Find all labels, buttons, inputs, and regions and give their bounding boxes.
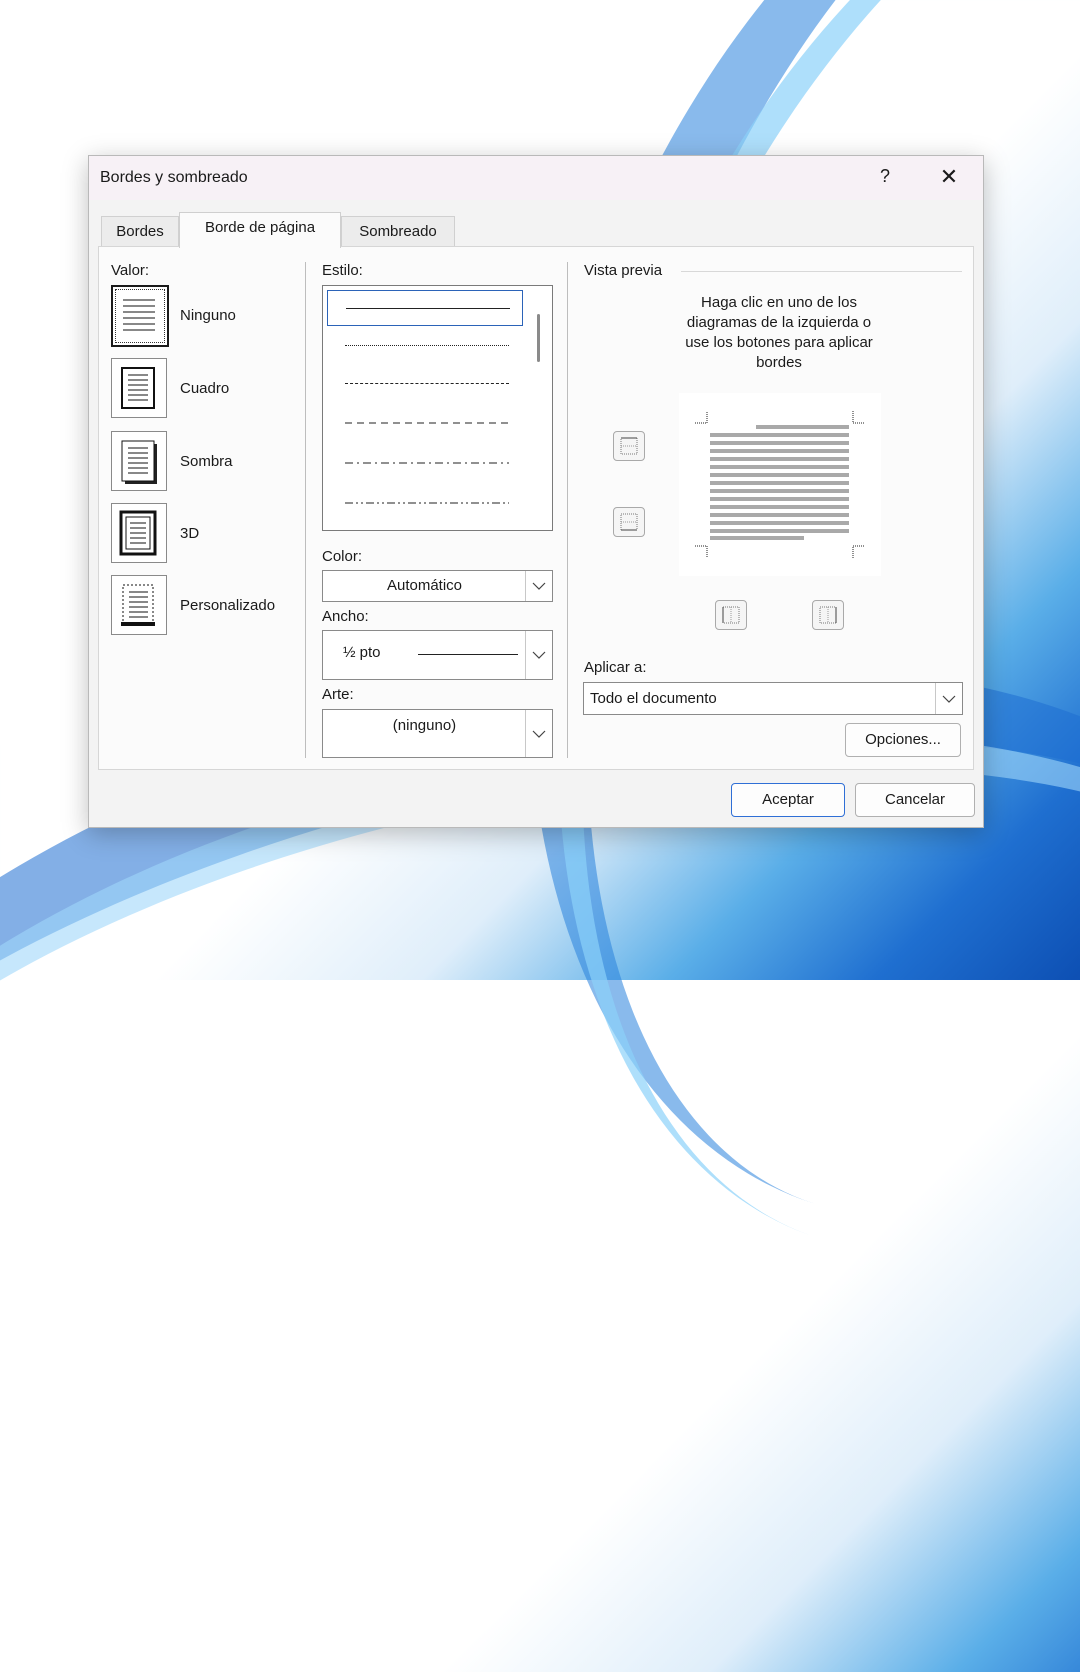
tab-bordes[interactable]: Bordes bbox=[101, 216, 179, 247]
dialog-title: Bordes y sombreado bbox=[100, 169, 248, 186]
preset-ninguno[interactable] bbox=[111, 285, 169, 347]
instruction-line: diagramas de la izquierda o bbox=[686, 314, 872, 331]
style-item-dash-dot-dot[interactable] bbox=[327, 486, 521, 520]
preview-label: Vista previa bbox=[584, 262, 663, 279]
preset-label: Sombra bbox=[180, 453, 233, 470]
width-line-sample bbox=[418, 654, 518, 655]
chevron-down-icon bbox=[532, 730, 546, 738]
dotted-line-sample bbox=[345, 345, 509, 346]
dash-dot-dot-line-sample bbox=[345, 502, 509, 504]
apply-to-select[interactable]: Todo el documento bbox=[583, 682, 963, 715]
apply-to-value: Todo el documento bbox=[590, 690, 717, 707]
left-border-button[interactable] bbox=[715, 600, 747, 630]
art-select[interactable]: (ninguno) bbox=[322, 709, 553, 758]
dashed-line-sample bbox=[345, 422, 509, 424]
chevron-down-icon bbox=[942, 695, 956, 703]
color-select[interactable]: Automático bbox=[322, 570, 553, 602]
ok-button[interactable]: Aceptar bbox=[731, 783, 845, 817]
preset-label: Ninguno bbox=[180, 307, 236, 324]
preset-sombra[interactable] bbox=[111, 431, 167, 491]
style-item-dash-dot[interactable] bbox=[327, 446, 521, 480]
apply-to-dropdown-arrow[interactable] bbox=[935, 683, 962, 714]
top-border-button[interactable] bbox=[613, 431, 645, 461]
arte-label: Arte: bbox=[322, 686, 354, 703]
tab-sombreado[interactable]: Sombreado bbox=[341, 216, 455, 247]
preset-3d[interactable] bbox=[111, 503, 167, 563]
width-value: ½ pto bbox=[343, 644, 381, 661]
page-custom-icon bbox=[121, 584, 155, 626]
style-list[interactable] bbox=[322, 285, 553, 531]
color-value: Automático bbox=[386, 577, 463, 594]
close-button[interactable]: ✕ bbox=[937, 164, 961, 190]
divider bbox=[305, 262, 306, 758]
dashed-line-sample bbox=[345, 383, 509, 384]
solid-line-sample bbox=[346, 308, 510, 309]
title-bar: Bordes y sombreado ? ✕ bbox=[89, 156, 983, 200]
divider bbox=[567, 262, 568, 758]
border-right-icon bbox=[819, 606, 837, 624]
page-3d-icon bbox=[119, 510, 157, 556]
style-item-dashed-short[interactable] bbox=[327, 366, 521, 400]
apply-to-label: Aplicar a: bbox=[584, 659, 647, 676]
instruction-line: Haga clic en uno de los bbox=[701, 294, 857, 311]
valor-label: Valor: bbox=[111, 262, 150, 279]
help-button[interactable]: ? bbox=[875, 166, 895, 187]
instruction-line: use los botones para aplicar bbox=[685, 334, 873, 351]
page-box-icon bbox=[121, 367, 155, 409]
width-select[interactable]: ½ pto bbox=[322, 630, 553, 680]
border-bottom-icon bbox=[620, 513, 638, 531]
estilo-label: Estilo: bbox=[322, 262, 363, 279]
page-shadow-icon bbox=[121, 440, 157, 484]
tab-label: Bordes bbox=[116, 223, 164, 240]
tab-borde-de-pagina[interactable]: Borde de página bbox=[179, 212, 341, 248]
preset-cuadro[interactable] bbox=[111, 358, 167, 418]
preview-area[interactable] bbox=[679, 393, 881, 576]
style-item-solid[interactable] bbox=[327, 290, 523, 326]
style-item-dotted[interactable] bbox=[327, 328, 521, 362]
border-top-icon bbox=[620, 437, 638, 455]
preset-label: Cuadro bbox=[180, 380, 230, 397]
tab-label: Sombreado bbox=[359, 223, 437, 240]
color-label: Color: bbox=[322, 548, 363, 565]
page-preview-diagram bbox=[695, 411, 865, 558]
borders-shading-dialog: Bordes y sombreado ? ✕ Bordes Borde de p… bbox=[88, 155, 984, 828]
instruction-line: bordes bbox=[756, 354, 802, 371]
bottom-border-button[interactable] bbox=[613, 507, 645, 537]
color-dropdown-arrow[interactable] bbox=[525, 571, 552, 601]
preset-label: Personalizado bbox=[180, 597, 276, 614]
preset-personalizado[interactable] bbox=[111, 575, 167, 635]
chevron-down-icon bbox=[532, 651, 546, 659]
right-border-button[interactable] bbox=[812, 600, 844, 630]
style-list-scrollbar[interactable] bbox=[537, 314, 540, 362]
cancel-button[interactable]: Cancelar bbox=[855, 783, 975, 817]
tab-label: Borde de página bbox=[204, 219, 316, 236]
art-dropdown-arrow[interactable] bbox=[525, 710, 552, 757]
style-item-dashed[interactable] bbox=[327, 406, 521, 440]
dash-dot-line-sample bbox=[345, 462, 509, 464]
preview-instructions: Haga clic en uno de los diagramas de la … bbox=[629, 293, 929, 373]
preset-label: 3D bbox=[180, 525, 200, 542]
art-value: (ninguno) bbox=[392, 717, 457, 734]
border-left-icon bbox=[722, 606, 740, 624]
chevron-down-icon bbox=[532, 582, 546, 590]
ancho-label: Ancho: bbox=[322, 608, 369, 625]
preview-group-line bbox=[681, 271, 962, 272]
page-none-icon bbox=[123, 299, 155, 331]
options-button[interactable]: Opciones... bbox=[845, 723, 961, 757]
width-dropdown-arrow[interactable] bbox=[525, 631, 552, 679]
